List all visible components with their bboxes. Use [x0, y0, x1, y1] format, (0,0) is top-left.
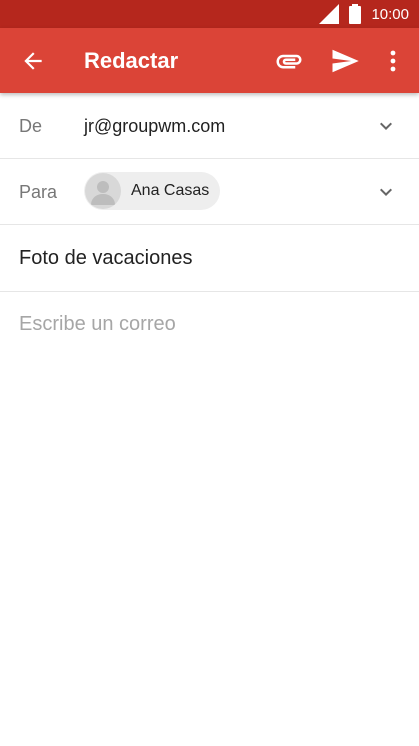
avatar: [85, 173, 121, 209]
status-bar: 10:00: [0, 0, 419, 28]
body-area[interactable]: [0, 292, 419, 746]
more-options-button[interactable]: [382, 46, 404, 76]
to-expand-button[interactable]: [374, 180, 398, 204]
subject-field[interactable]: Foto de vacaciones: [19, 247, 192, 270]
subject-row[interactable]: Foto de vacaciones: [0, 225, 419, 292]
more-vert-icon: [390, 50, 396, 72]
from-row: De jr@groupwm.com: [0, 93, 419, 159]
from-expand-button[interactable]: [374, 114, 398, 138]
signal-icon: [319, 4, 340, 24]
to-row: Para Ana Casas: [0, 159, 419, 225]
battery-icon: [349, 4, 362, 24]
from-label: De: [19, 116, 43, 136]
back-button[interactable]: [20, 48, 46, 74]
app-bar: Redactar: [0, 28, 419, 93]
chevron-down-icon: [380, 188, 392, 196]
send-button[interactable]: [330, 46, 360, 76]
chevron-down-icon: [380, 122, 392, 130]
recipient-chip[interactable]: Ana Casas: [84, 172, 220, 210]
status-time: 10:00: [371, 5, 409, 23]
attach-button[interactable]: [274, 46, 304, 76]
send-icon: [332, 49, 359, 73]
attach-icon: [276, 54, 302, 69]
recipient-name: Ana Casas: [131, 182, 210, 199]
to-label: Para: [19, 182, 58, 202]
page-title: Redactar: [84, 48, 179, 73]
person-icon: [91, 181, 115, 205]
back-arrow-icon: [24, 52, 42, 70]
body-input[interactable]: [19, 310, 399, 338]
from-account[interactable]: jr@groupwm.com: [84, 116, 225, 137]
